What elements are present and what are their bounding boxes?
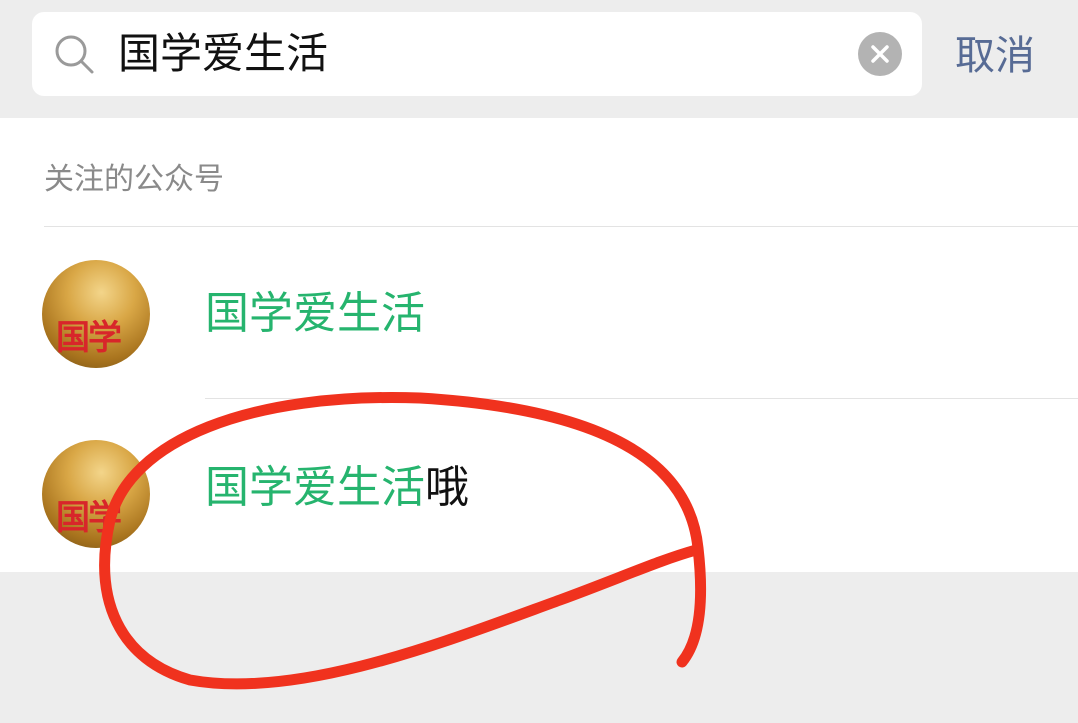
section-title: 关注的公众号	[44, 162, 224, 197]
divider	[205, 398, 1078, 399]
result-item[interactable]: 国学 国学爱生活哦	[0, 400, 1078, 570]
result-name: 国学爱生活	[205, 286, 425, 342]
result-item[interactable]: 国学 国学爱生活	[0, 228, 1078, 398]
avatar-logo-text: 国学	[56, 318, 122, 358]
result-name: 国学爱生活哦	[205, 460, 469, 516]
search-input[interactable]	[118, 22, 858, 86]
divider	[44, 226, 1078, 227]
search-box[interactable]	[32, 12, 922, 96]
avatar: 国学	[42, 440, 150, 548]
avatar: 国学	[42, 260, 150, 368]
result-name-rest: 哦	[425, 462, 469, 513]
search-bar: 取消	[0, 0, 1078, 118]
result-name-highlight: 国学爱生活	[205, 462, 425, 513]
avatar-logo-text: 国学	[56, 498, 122, 538]
clear-icon[interactable]	[858, 32, 902, 76]
cancel-button[interactable]: 取消	[955, 28, 1035, 84]
results-panel: 关注的公众号 国学 国学爱生活 国学 国学爱生活哦	[0, 118, 1078, 572]
search-icon	[55, 35, 94, 74]
result-name-highlight: 国学爱生活	[205, 288, 425, 339]
